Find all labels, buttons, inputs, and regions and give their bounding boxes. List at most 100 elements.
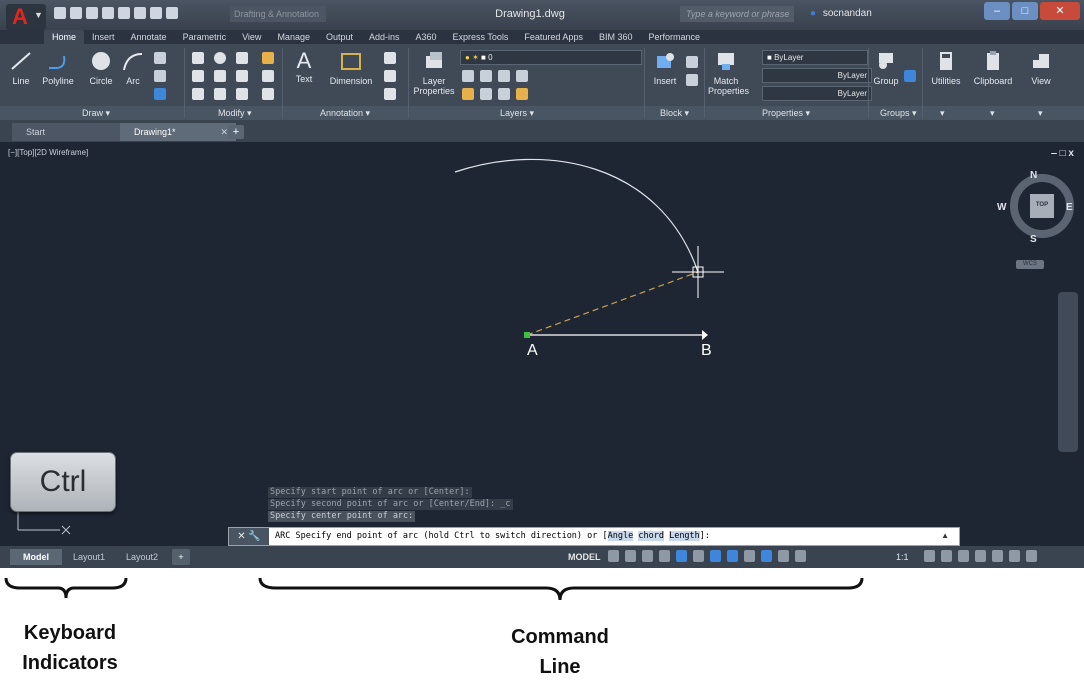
object-snap-tracking-icon[interactable] (710, 550, 721, 562)
leader-icon[interactable] (384, 52, 396, 64)
linetype-dropdown[interactable]: ByLayer (762, 68, 872, 83)
fillet-icon[interactable] (236, 70, 248, 82)
redo-icon[interactable] (150, 7, 162, 19)
viewcube-north[interactable]: N (1030, 170, 1037, 181)
tab-view[interactable]: View (234, 30, 269, 44)
utilities-expand[interactable]: ▾ (940, 106, 945, 120)
user-account[interactable]: ● socnandan (810, 6, 872, 22)
wcs-menu[interactable]: WCS (1016, 260, 1044, 269)
customization-menu-icon[interactable] (1026, 550, 1037, 562)
clipboard-expand[interactable]: ▾ (990, 106, 995, 120)
utilities-button[interactable]: Utilities (926, 50, 966, 86)
option-chord[interactable]: chord (638, 531, 664, 541)
layer-properties-button[interactable]: Layer Properties (412, 50, 456, 96)
layer-tool-icon[interactable] (498, 70, 510, 82)
search-input[interactable]: Type a keyword or phrase (680, 6, 794, 22)
layer-tool-icon[interactable] (462, 70, 474, 82)
grid-icon[interactable] (608, 550, 619, 562)
plus-icon[interactable] (941, 550, 952, 562)
text-button[interactable]: A Text (290, 50, 318, 85)
group-selection-icon[interactable] (904, 70, 916, 82)
rotate-icon[interactable] (214, 52, 226, 64)
layer-tool-icon[interactable] (480, 88, 492, 100)
open-icon[interactable] (70, 7, 82, 19)
hardware-acceleration-icon[interactable] (992, 550, 1003, 562)
layer-tool-icon[interactable] (480, 70, 492, 82)
command-line[interactable]: ✕ 🔧 ARC Specify end point of arc (hold C… (228, 527, 960, 546)
option-angle[interactable]: Angle (607, 531, 634, 541)
mirror-icon[interactable] (214, 70, 226, 82)
annotation-visibility-icon[interactable] (761, 550, 772, 562)
close-tab-icon[interactable]: ✕ (220, 123, 228, 141)
tab-performance[interactable]: Performance (640, 30, 708, 44)
groups-panel-title[interactable]: Groups ▾ (880, 106, 917, 120)
annotation-scale[interactable]: 1:1 (896, 549, 909, 565)
gear-icon[interactable] (166, 7, 178, 19)
gear-icon[interactable] (924, 550, 935, 562)
close-button[interactable]: ✕ (1040, 2, 1080, 20)
lineweight-dropdown[interactable]: ByLayer (762, 86, 872, 101)
save-as-icon[interactable] (102, 7, 114, 19)
close-icon[interactable]: ✕ (237, 531, 245, 542)
layer-tool-icon[interactable] (462, 88, 474, 100)
save-icon[interactable] (86, 7, 98, 19)
wrench-icon[interactable]: 🔧 (248, 531, 260, 542)
scale-icon[interactable] (214, 88, 226, 100)
tab-manage[interactable]: Manage (269, 30, 318, 44)
object-snap-icon[interactable] (727, 550, 738, 562)
fullscreen-icon[interactable] (1009, 550, 1020, 562)
edit-block-icon[interactable] (686, 74, 698, 86)
line-button[interactable]: Line (6, 50, 36, 86)
tab-output[interactable]: Output (318, 30, 361, 44)
arc-button[interactable]: Arc (120, 50, 146, 86)
dimension-button[interactable]: Dimension (326, 50, 376, 86)
tab-layout2[interactable]: Layout2 (116, 549, 168, 565)
tab-model[interactable]: Model (10, 549, 62, 565)
drawing-canvas[interactable]: [−][Top][2D Wireframe] ‒ □ x A B Specify… (0, 142, 1084, 546)
option-length[interactable]: Length (669, 531, 700, 541)
auto-scale-icon[interactable] (778, 550, 789, 562)
copy-icon[interactable] (192, 70, 204, 82)
boundary-icon[interactable] (154, 88, 166, 100)
polyline-button[interactable]: Polyline (38, 50, 78, 86)
block-panel-title[interactable]: Block ▾ (660, 106, 689, 120)
minimize-button[interactable]: – (984, 2, 1010, 20)
layer-tool-icon[interactable] (516, 88, 528, 100)
tab-express-tools[interactable]: Express Tools (445, 30, 517, 44)
clipboard-button[interactable]: Clipboard (970, 50, 1016, 86)
quick-properties-icon[interactable] (958, 550, 969, 562)
modify-panel-title[interactable]: Modify ▾ (218, 106, 252, 120)
viewcube-south[interactable]: S (1030, 234, 1037, 245)
viewcube-east[interactable]: E (1066, 202, 1073, 213)
rectangle-icon[interactable] (154, 52, 166, 64)
array-icon[interactable] (236, 88, 248, 100)
polar-icon[interactable] (676, 550, 687, 562)
tab-featured-apps[interactable]: Featured Apps (516, 30, 591, 44)
stretch-icon[interactable] (192, 88, 204, 100)
infer-icon[interactable] (642, 550, 653, 562)
annotation-panel-title[interactable]: Annotation ▾ (320, 106, 370, 120)
circle-button[interactable]: Circle (86, 50, 116, 86)
isodraft-icon[interactable] (693, 550, 704, 562)
new-layout-button[interactable]: + (172, 549, 190, 565)
tab-a360[interactable]: A360 (408, 30, 445, 44)
move-icon[interactable] (192, 52, 204, 64)
command-history-toggle-icon[interactable]: ▲ (941, 531, 949, 540)
view-button[interactable]: View (1022, 50, 1060, 86)
view-expand[interactable]: ▾ (1038, 106, 1043, 120)
layer-tool-icon[interactable] (516, 70, 528, 82)
tab-insert[interactable]: Insert (84, 30, 123, 44)
layer-tool-icon[interactable] (498, 88, 510, 100)
insert-button[interactable]: Insert (648, 50, 682, 86)
tab-bim-360[interactable]: BIM 360 (591, 30, 641, 44)
tab-parametric[interactable]: Parametric (175, 30, 235, 44)
tab-layout1[interactable]: Layout1 (64, 549, 114, 565)
match-properties-button[interactable]: Match Properties (708, 50, 749, 96)
tab-add-ins[interactable]: Add-ins (361, 30, 408, 44)
layer-dropdown[interactable]: ● ✶ ■ 0 (460, 50, 642, 65)
tab-annotate[interactable]: Annotate (123, 30, 175, 44)
erase-icon[interactable] (262, 52, 274, 64)
tab-start[interactable]: Start (12, 123, 122, 141)
undo-icon[interactable] (134, 7, 146, 19)
viewcube-top-face[interactable]: TOP (1030, 202, 1054, 208)
